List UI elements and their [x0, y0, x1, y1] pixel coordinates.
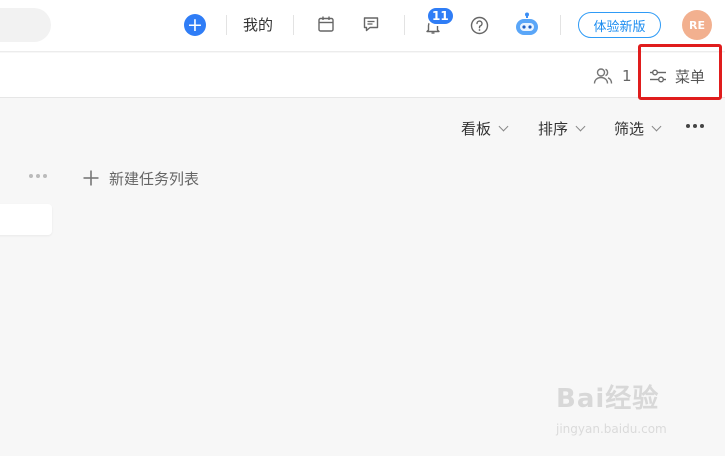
help-icon[interactable]: [469, 15, 489, 35]
baidu-jingyan-watermark: Bai经验 jingyan.baidu.com: [556, 378, 716, 440]
menu-button[interactable]: 菜单: [649, 65, 705, 87]
top-navigation-bar: + 我的 11 体验新版 RE: [0, 0, 725, 52]
member-count: 1: [622, 67, 632, 85]
task-card[interactable]: [0, 204, 52, 235]
divider: [293, 15, 294, 35]
my-link[interactable]: 我的: [243, 14, 273, 35]
new-task-list-button[interactable]: 新建任务列表: [82, 167, 199, 189]
members-button[interactable]: 1: [593, 65, 632, 87]
try-new-version-button[interactable]: 体验新版: [578, 12, 661, 38]
watermark-logo: Bai经验: [556, 384, 660, 414]
members-icon: [593, 68, 613, 84]
search-box[interactable]: [0, 8, 51, 42]
robot-assistant-icon[interactable]: [513, 11, 541, 39]
board-view-label: 看板: [461, 119, 492, 138]
filter-label: 筛选: [614, 119, 645, 138]
add-button[interactable]: +: [184, 14, 206, 36]
task-list-more-icon[interactable]: [29, 170, 47, 182]
divider: [404, 15, 405, 35]
sort-dropdown[interactable]: 排序: [538, 117, 586, 139]
user-avatar[interactable]: RE: [682, 10, 712, 40]
new-task-list-label: 新建任务列表: [109, 169, 200, 188]
chevron-down-icon: [651, 121, 662, 131]
chevron-down-icon: [498, 121, 509, 131]
sliders-icon: [650, 69, 666, 83]
filter-dropdown[interactable]: 筛选: [614, 117, 662, 139]
divider: [560, 15, 561, 35]
divider: [226, 15, 227, 35]
chat-icon[interactable]: [361, 14, 381, 34]
calendar-icon[interactable]: [316, 14, 336, 34]
project-toolbar: 1 菜单: [0, 53, 725, 98]
notification-badge: 11: [426, 6, 455, 26]
board-view-dropdown[interactable]: 看板: [461, 117, 509, 139]
sort-label: 排序: [538, 119, 569, 138]
plus-icon: +: [187, 13, 203, 36]
menu-label: 菜单: [675, 67, 706, 86]
chevron-down-icon: [575, 121, 586, 131]
more-options-icon[interactable]: [686, 118, 704, 134]
watermark-url: jingyan.baidu.com: [556, 422, 667, 436]
plus-icon: [83, 170, 99, 186]
